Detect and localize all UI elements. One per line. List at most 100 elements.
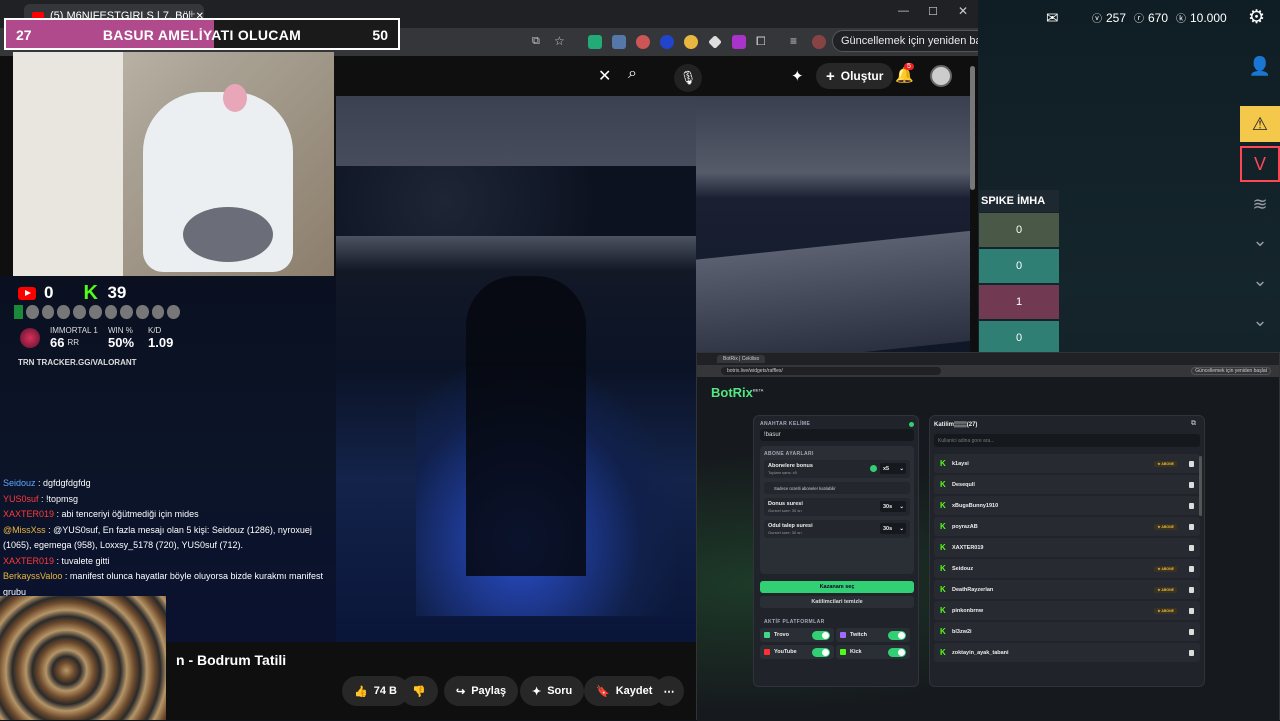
- youtube-count: 0: [44, 283, 54, 302]
- notification-count-badge: 5: [904, 63, 914, 70]
- voice-search-icon[interactable]: 🎙: [674, 64, 702, 92]
- trash-icon[interactable]: [1189, 544, 1194, 551]
- mail-icon[interactable]: ✉: [1046, 9, 1059, 27]
- media-icon[interactable]: ≡: [790, 34, 797, 48]
- plus-icon: +: [826, 67, 835, 85]
- user-avatar[interactable]: [930, 65, 952, 87]
- status-dot-icon: [909, 421, 914, 427]
- party-slot-icon[interactable]: ⌄: [1240, 262, 1280, 298]
- add-friend-icon[interactable]: 👤: [1240, 48, 1280, 84]
- win-rate-label: WIN %: [108, 326, 133, 335]
- botrix-update-button[interactable]: Güncellemek için yeniden başlat: [1191, 367, 1271, 375]
- chat-username[interactable]: XAXTER019: [3, 556, 54, 566]
- extension-icon[interactable]: [708, 35, 722, 49]
- chat-username[interactable]: BerkayssValoo: [3, 571, 62, 581]
- currency-b: ⓡ 670: [1134, 10, 1168, 26]
- video-player[interactable]: [336, 96, 696, 642]
- sub-bonus-select[interactable]: x5 ⌄: [880, 463, 906, 474]
- pick-winner-button[interactable]: Kazananı seç: [760, 581, 914, 593]
- extension-icon[interactable]: [660, 35, 674, 49]
- chat-username[interactable]: XAXTER019: [3, 509, 54, 519]
- cast-icon[interactable]: ⧉: [532, 35, 540, 48]
- bookmark-star-icon[interactable]: ☆: [554, 34, 565, 48]
- create-label: Oluştur: [840, 69, 884, 83]
- connection-icon[interactable]: ≋: [1240, 186, 1280, 222]
- participant-name: pinkonbrnw: [952, 607, 984, 614]
- chat-username[interactable]: Seidouz: [3, 478, 36, 488]
- close-window-icon[interactable]: ✕: [958, 4, 968, 18]
- clear-participants-button[interactable]: Katilimcilari temizle: [760, 596, 914, 608]
- kick-icon: K: [940, 606, 946, 615]
- chat-message: XAXTER019 : abi tenceriyi öğütmediği içi…: [3, 507, 333, 523]
- participant-search-input[interactable]: Kullanici adina gore ara...: [934, 434, 1200, 447]
- platforms-label: AKTİF PLATFORMLAR: [764, 619, 825, 625]
- settings-gear-icon[interactable]: ⚙: [1248, 6, 1265, 29]
- party-slot-icon[interactable]: ⌄: [1240, 222, 1280, 258]
- trash-icon[interactable]: [1189, 481, 1194, 488]
- extension-icon[interactable]: [684, 35, 698, 49]
- donus-value: 30s: [883, 503, 893, 510]
- trash-icon[interactable]: [1189, 607, 1194, 614]
- participants-title: Katilim▒▒▒(27): [934, 422, 978, 428]
- participant-row: Kpinkonbrnw ★ ABONE: [934, 601, 1200, 620]
- maximize-icon[interactable]: ☐: [928, 5, 938, 18]
- like-button[interactable]: 👍 74 B: [342, 676, 409, 706]
- search-icon[interactable]: ⌕: [628, 65, 637, 83]
- botrix-tab[interactable]: BotRix | Cekiliso: [717, 355, 766, 363]
- share-button[interactable]: ↪ Paylaş: [444, 676, 519, 706]
- dislike-button[interactable]: 👎: [400, 676, 438, 706]
- trash-icon[interactable]: [1189, 523, 1194, 530]
- trash-icon[interactable]: [1189, 502, 1194, 509]
- gamepad-icon[interactable]: ✦: [791, 67, 804, 85]
- twitch-icon: [840, 632, 846, 638]
- warning-icon[interactable]: ⚠: [1240, 106, 1280, 142]
- chat-username[interactable]: YUS0suf: [3, 494, 39, 504]
- keyword-input[interactable]: !basur: [760, 429, 914, 441]
- kick-icon: K: [940, 543, 946, 552]
- scrollbar[interactable]: [970, 66, 975, 190]
- ask-button[interactable]: ✦ Soru: [520, 676, 585, 706]
- save-button[interactable]: 🔖 Kaydet: [584, 676, 665, 706]
- notifications-bell-icon[interactable]: 🔔 5: [895, 63, 914, 84]
- botrix-tabbar: BotRix | Cekiliso: [697, 353, 1279, 365]
- clear-search-icon[interactable]: ✕: [598, 66, 611, 86]
- agent-icon: [57, 305, 71, 319]
- platform-toggle[interactable]: [888, 647, 906, 657]
- chat-text: : !topmsg: [38, 493, 79, 504]
- extension-icon[interactable]: [612, 35, 626, 49]
- create-button[interactable]: + Oluştur: [816, 63, 894, 89]
- platform-toggle[interactable]: [812, 647, 830, 657]
- extension-icon[interactable]: [732, 35, 746, 49]
- platform-toggle[interactable]: [888, 630, 906, 640]
- trash-icon[interactable]: [1189, 460, 1194, 467]
- paid-subs-only-toggle[interactable]: Sadece ücretli aboneler katılabilir: [764, 482, 910, 494]
- trash-icon[interactable]: [1189, 649, 1194, 656]
- valorant-logo-icon[interactable]: V: [1240, 146, 1280, 182]
- chat-username[interactable]: @MissXss: [3, 525, 46, 535]
- odul-select[interactable]: 30s ⌄: [880, 523, 906, 534]
- video-player-right[interactable]: [696, 96, 970, 352]
- minimize-icon[interactable]: —: [898, 5, 909, 17]
- thumbs-down-icon: 👎: [412, 685, 426, 698]
- platform-twitch: Twitch: [836, 628, 910, 642]
- bookmark-icon: 🔖: [596, 685, 610, 698]
- copy-icon[interactable]: ⧉: [1191, 420, 1196, 428]
- extensions-puzzle-icon[interactable]: ⧠: [756, 34, 766, 49]
- botrix-url[interactable]: botrix.live/widgets/raffles/: [721, 367, 941, 375]
- spike-defuse-header: SPIKE İMHA: [979, 190, 1059, 212]
- participant-scrollbar[interactable]: [1199, 456, 1202, 516]
- platform-toggle[interactable]: [812, 630, 830, 640]
- party-slot-icon[interactable]: ⌄: [1240, 302, 1280, 338]
- extension-icon[interactable]: [588, 35, 602, 49]
- kick-icon: K: [940, 480, 946, 489]
- like-count: 74 B: [373, 685, 397, 697]
- chat-text: : abi tenceriyi öğütmediği için mides: [54, 509, 199, 519]
- trash-icon[interactable]: [1189, 565, 1194, 572]
- trash-icon[interactable]: [1189, 628, 1194, 635]
- profile-avatar[interactable]: [812, 35, 826, 49]
- kick-icon: K: [83, 282, 98, 304]
- trash-icon[interactable]: [1189, 586, 1194, 593]
- extension-icon[interactable]: [636, 35, 650, 49]
- donus-select[interactable]: 30s ⌄: [880, 501, 906, 512]
- more-actions-button[interactable]: ⋯: [654, 676, 684, 706]
